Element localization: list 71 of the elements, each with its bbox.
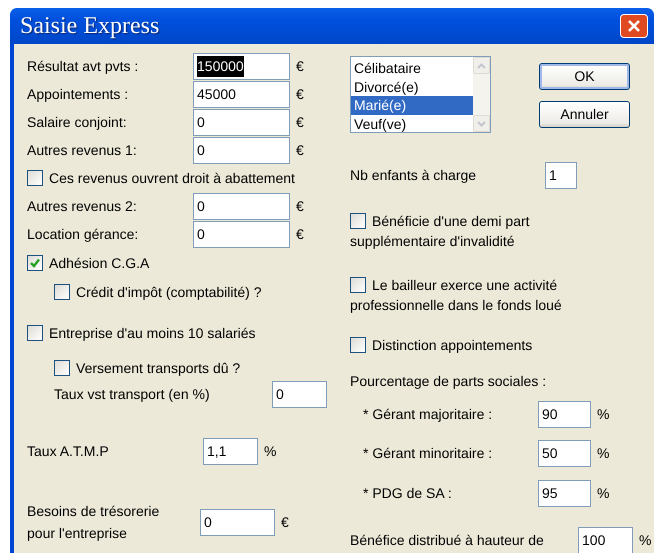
checkbox[interactable] [27, 170, 43, 186]
checkbox-label: Entreprise d'au moins 10 salariés [49, 324, 256, 343]
input-field[interactable]: 45000 [193, 80, 290, 108]
list-item[interactable]: Célibataire [351, 59, 473, 78]
unit-label: € [296, 224, 304, 244]
input-field[interactable]: 1,1 [203, 438, 258, 464]
input-field[interactable]: 90 [538, 400, 591, 428]
checkbox-label: Adhésion C.G.A [49, 254, 150, 273]
checkbox-label: Versement transports dû ? [76, 359, 240, 378]
unit-label: % [597, 444, 610, 462]
input-field[interactable]: 150000 [193, 52, 290, 80]
input-field[interactable]: 95 [538, 480, 591, 506]
unit-label: % [639, 530, 652, 550]
input-field[interactable]: 50 [538, 440, 591, 466]
unit-label: % [597, 484, 610, 502]
unit-label: € [296, 112, 304, 132]
list-item[interactable]: Divorcé(e) [351, 78, 473, 96]
field-label: Résultat avt pvts : [27, 56, 140, 76]
dialog-button[interactable]: OK [539, 63, 630, 90]
checkbox-label: supplémentaire d'invalidité [350, 232, 515, 251]
input-field[interactable]: 0 [200, 508, 275, 536]
section-label: Pourcentage de parts sociales : [350, 372, 546, 391]
checkbox[interactable] [54, 284, 70, 300]
checkbox[interactable] [350, 337, 366, 353]
unit-label: € [296, 196, 304, 216]
checkbox-label: Le bailleur exerce une activité [372, 276, 558, 295]
field-label: * PDG de SA : [363, 484, 453, 502]
checkbox[interactable] [27, 325, 43, 341]
field-label: Bénéfice distribué à hauteur de [350, 530, 545, 550]
unit-label: € [296, 84, 304, 104]
input-field[interactable]: 0 [193, 192, 290, 220]
field-label: * Gérant majoritaire : [363, 404, 494, 424]
close-icon [626, 18, 642, 34]
checkbox-label: Crédit d'impôt (comptabilité) ? [76, 283, 262, 302]
checkbox[interactable] [27, 255, 43, 271]
field-label: Besoins de trésorerie pour l'entreprise [27, 502, 160, 543]
unit-label: € [281, 512, 289, 532]
input-field[interactable]: 0 [272, 380, 327, 408]
field-label: Taux vst transport (en %) [54, 384, 211, 404]
input-field[interactable]: 0 [193, 220, 290, 248]
chevron-down-icon [477, 120, 486, 126]
field-label: Location gérance: [27, 224, 140, 244]
field-label: Nb enfants à charge [350, 166, 478, 185]
unit-label: € [296, 140, 304, 160]
status-listbox[interactable]: Célibataire Divorcé(e) Marié(e) Veuf(ve) [350, 56, 491, 133]
dialog-button[interactable]: Annuler [539, 101, 630, 128]
input-field[interactable]: 0 [193, 108, 290, 136]
unit-label: % [597, 404, 610, 424]
unit-label: € [296, 56, 304, 76]
field-label: Autres revenus 2: [27, 196, 138, 216]
chevron-up-icon [477, 62, 486, 68]
field-label: Taux A.T.M.P [27, 442, 110, 460]
field-label: Autres revenus 1: [27, 140, 138, 160]
input-field[interactable]: 1 [545, 162, 577, 188]
unit-label: % [264, 442, 276, 460]
checkbox-label: professionnelle dans le fonds loué [350, 296, 562, 315]
list-item[interactable]: Veuf(ve) [351, 114, 473, 133]
checkbox-label: Bénéficie d'une demi part [372, 212, 530, 231]
field-label: Salaire conjoint: [27, 112, 128, 132]
window-title: Saisie Express [20, 12, 160, 41]
input-field[interactable]: 0 [193, 136, 290, 164]
input-field[interactable]: 100 [578, 526, 633, 553]
checkbox[interactable] [350, 277, 366, 293]
close-button[interactable] [620, 14, 648, 38]
checkbox-label: Distinction appointements [372, 336, 532, 355]
checkbox-label: Ces revenus ouvrent droit à abattement [49, 169, 295, 188]
checkbox[interactable] [54, 360, 70, 376]
field-label: Appointements : [27, 84, 130, 104]
field-label: * Gérant minoritaire : [363, 444, 494, 462]
list-item[interactable]: Marié(e) [351, 96, 473, 114]
checkbox[interactable] [350, 213, 366, 229]
